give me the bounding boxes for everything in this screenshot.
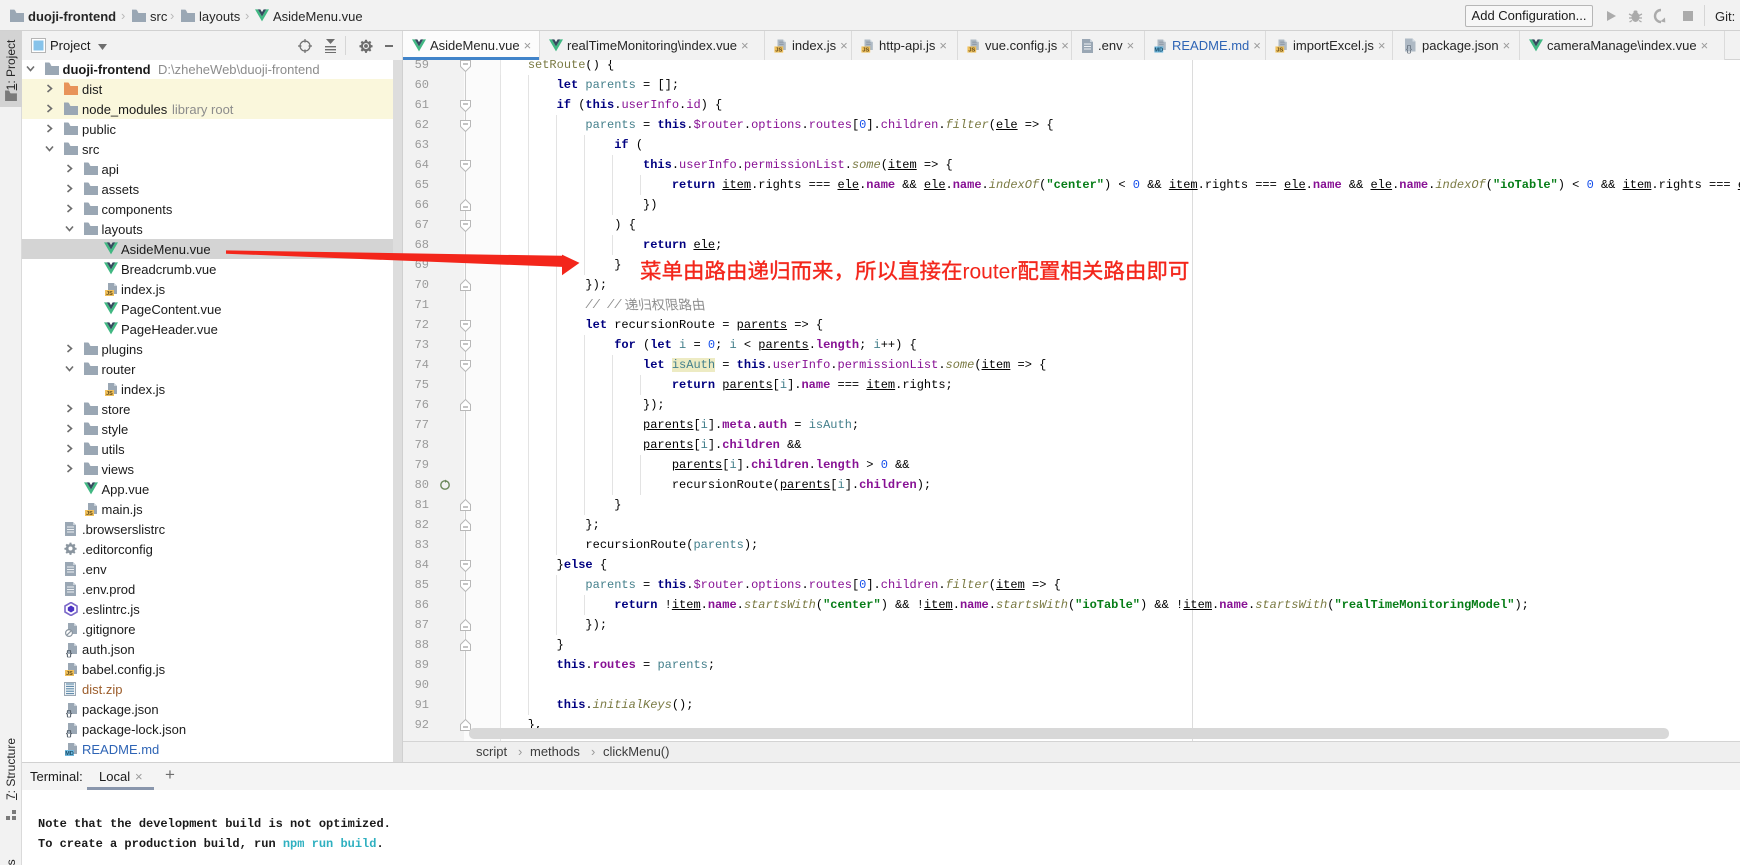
svg-text:JS: JS [968, 47, 975, 52]
svg-text:{}: {} [1406, 43, 1412, 53]
svg-text:{}: {} [66, 729, 72, 738]
svg-text:JS: JS [106, 391, 113, 397]
svg-text:MD: MD [1154, 47, 1163, 52]
svg-text:JS: JS [106, 291, 113, 297]
svg-text:JS: JS [66, 671, 73, 677]
svg-text:{}: {} [66, 649, 72, 658]
svg-text:{}: {} [66, 709, 72, 718]
svg-text:MD: MD [65, 751, 74, 757]
svg-text:JS: JS [775, 47, 782, 52]
svg-text:JS: JS [1276, 47, 1283, 52]
svg-text:JS: JS [86, 511, 93, 517]
svg-text:JS: JS [862, 47, 869, 52]
